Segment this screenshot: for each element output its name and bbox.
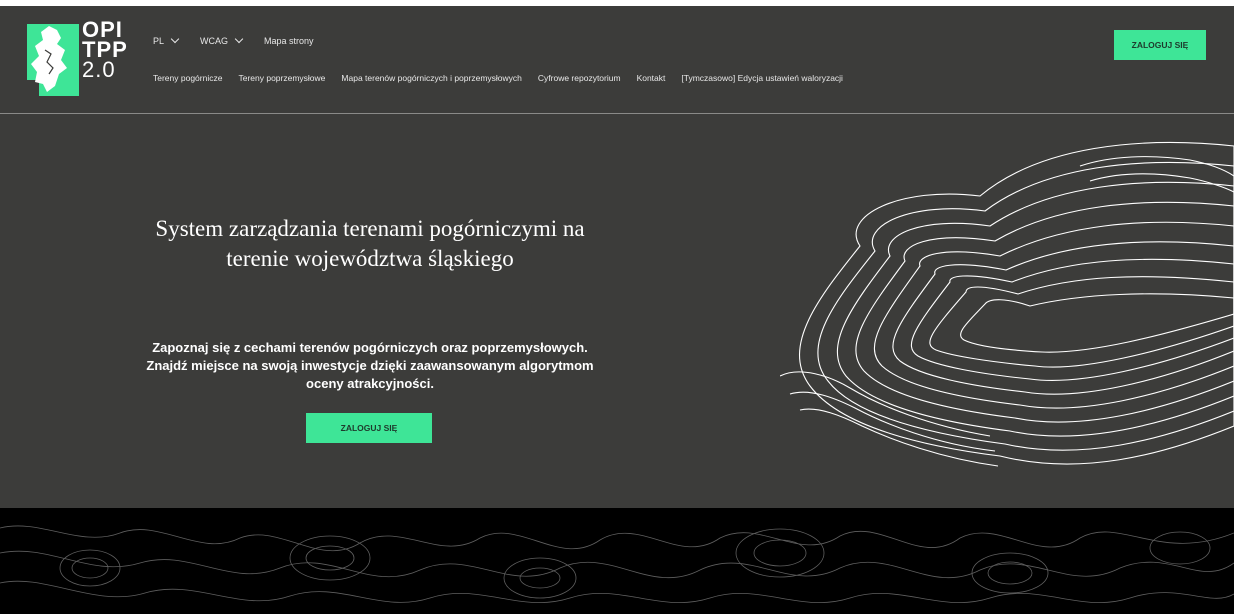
nav-link-mapa-terenow[interactable]: Mapa terenów pogórniczych i poprzemysłow…	[341, 73, 521, 83]
site-logo[interactable]: OPI TPP 2.0	[27, 19, 137, 100]
logo-wordmark: OPI TPP 2.0	[82, 19, 128, 82]
site-header: OPI TPP 2.0 PL WCAG Mapa strony Tereny p…	[0, 6, 1234, 114]
nav-link-kontakt[interactable]: Kontakt	[637, 73, 666, 83]
silesia-map-icon	[27, 24, 79, 96]
header-login-button[interactable]: ZALOGUJ SIĘ	[1114, 30, 1206, 60]
sitemap-label: Mapa strony	[264, 36, 314, 46]
chevron-down-icon	[170, 34, 180, 44]
nav-link-tereny-poprzemyslowe[interactable]: Tereny poprzemysłowe	[238, 73, 325, 83]
page: OPI TPP 2.0 PL WCAG Mapa strony Tereny p…	[0, 6, 1234, 614]
topographic-pattern-icon	[0, 525, 1234, 603]
utility-nav: PL WCAG Mapa strony	[153, 34, 336, 46]
main-nav: Tereny pogórnicze Tereny poprzemysłowe M…	[153, 73, 859, 83]
nav-link-cyfrowe-repozytorium[interactable]: Cyfrowe repozytorium	[538, 73, 621, 83]
hero-login-button[interactable]: ZALOGUJ SIĘ	[306, 413, 432, 443]
logo-line-3: 2.0	[82, 57, 116, 82]
hero-section: System zarządzania terenami pogórniczymi…	[0, 114, 1234, 508]
topographic-footer-band	[0, 508, 1234, 614]
chevron-down-icon	[234, 34, 244, 44]
wcag-selector[interactable]: WCAG	[200, 34, 244, 46]
sitemap-link[interactable]: Mapa strony	[264, 36, 314, 46]
hero-subtitle: Zapoznaj się z cechami terenów pogórnicz…	[146, 340, 594, 391]
nav-link-tereny-pogornicze[interactable]: Tereny pogórnicze	[153, 73, 222, 83]
language-label: PL	[153, 36, 165, 46]
contour-lines-illustration	[780, 141, 1234, 467]
hero-title: System zarządzania terenami pogórniczymi…	[155, 216, 585, 271]
nav-link-edycja-waloryzacji[interactable]: [Tymczasowo] Edycja ustawień waloryzacji	[681, 73, 843, 83]
language-selector[interactable]: PL	[153, 34, 180, 46]
wcag-label: WCAG	[200, 36, 229, 46]
